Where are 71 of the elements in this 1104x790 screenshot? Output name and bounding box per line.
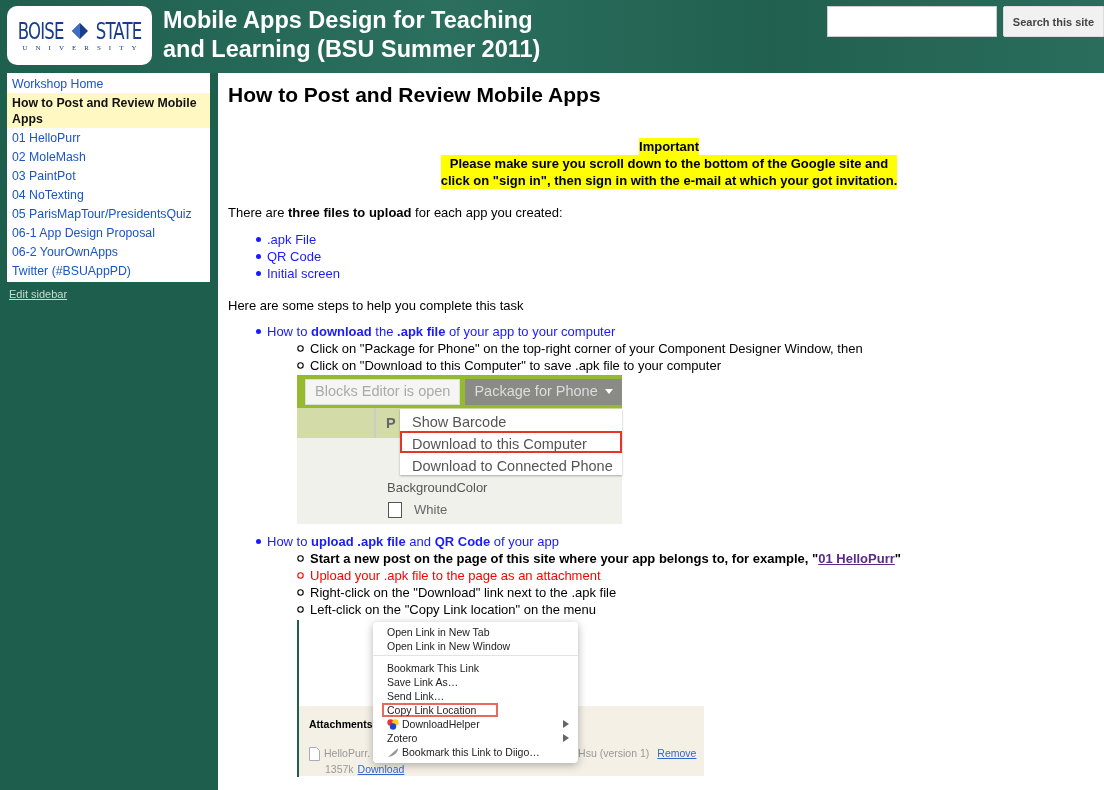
bullet-icon bbox=[256, 271, 261, 276]
file-link[interactable]: QR Code bbox=[267, 248, 322, 265]
step-instruction: Upload your .apk file to the page as an attachment bbox=[310, 567, 601, 584]
page-heading: How to Post and Review Mobile Apps bbox=[228, 82, 602, 108]
menu-item[interactable]: Bookmark this Link to Diigo… bbox=[373, 745, 578, 759]
sidebar-item[interactable]: Workshop Home bbox=[7, 74, 210, 93]
bullet-icon bbox=[256, 237, 261, 242]
step-instruction: Click on "Download to this Computer" to save .apk file to your computer bbox=[310, 357, 721, 374]
file-size: 1357k bbox=[325, 763, 354, 775]
notice-title: Important bbox=[639, 138, 699, 155]
diamond-icon bbox=[70, 22, 89, 40]
menu-item[interactable]: Send Link… bbox=[373, 689, 578, 703]
property-label: BackgroundColor bbox=[387, 479, 489, 496]
sidebar-item[interactable]: Twitter (#BSUAppPD) bbox=[7, 261, 210, 280]
sidebar-item[interactable]: How to Post and Review Mobile Apps bbox=[7, 93, 210, 128]
circle-bullet-icon bbox=[297, 345, 304, 352]
sidebar-item[interactable]: 06-2 YourOwnApps bbox=[7, 242, 210, 261]
colored-balls-icon bbox=[387, 718, 399, 730]
sidebar-item[interactable]: 04 NoTexting bbox=[7, 185, 210, 204]
sidebar-item[interactable]: 06-1 App Design Proposal bbox=[7, 223, 210, 242]
menu-item[interactable]: Copy Link Location bbox=[382, 703, 498, 717]
file-icon bbox=[309, 746, 320, 761]
edit-sidebar-link[interactable]: Edit sidebar bbox=[9, 288, 68, 300]
search-field[interactable] bbox=[827, 6, 997, 37]
attachments-label: Attachments bbox=[309, 717, 373, 732]
file-version: Hsu (version 1) bbox=[578, 746, 650, 761]
logo-wordmark: BOISE bbox=[18, 19, 64, 43]
site-title: Mobile Apps Design for Teaching and Learning (BSU Summer 2011) bbox=[163, 6, 542, 64]
menu-item[interactable]: Download to this Computer bbox=[400, 431, 622, 453]
logo-wordmark: STATE bbox=[95, 19, 141, 43]
circle-bullet-icon bbox=[297, 555, 304, 562]
bullet-icon bbox=[256, 539, 261, 544]
sidebar-item[interactable]: 02 MoleMash bbox=[7, 147, 210, 166]
step-instruction: Right-click on the "Download" link next to the .apk file bbox=[310, 584, 617, 601]
step-instruction: Click on "Package for Phone" on the top-right corner of your Component Designer Window, then bbox=[310, 340, 863, 357]
notice-text: Please make sure you scroll down to the bottom of the Google site and click on "sign in", then sign in with the e-mail at which your got invitation. bbox=[440, 155, 898, 189]
circle-bullet-icon bbox=[297, 362, 304, 369]
menu-item[interactable]: Open Link in New Window bbox=[373, 639, 578, 653]
search-button[interactable]: Search this site bbox=[1003, 6, 1104, 37]
menu-item[interactable]: Bookmark This Link bbox=[373, 661, 578, 675]
caret-icon bbox=[604, 389, 613, 394]
step-instruction: Left-click on the "Copy Link location" on the menu bbox=[310, 601, 596, 618]
menu-item[interactable]: Download to Connected Phone bbox=[400, 453, 622, 475]
file-link[interactable]: .apk File bbox=[267, 231, 317, 248]
circle-bullet-icon bbox=[297, 572, 304, 579]
intro-text: There are three files to upload for each app you created: bbox=[228, 205, 564, 221]
menu-item[interactable]: Open Link in New Tab bbox=[373, 625, 578, 639]
step-link[interactable]: How to upload .apk file and QR Code of your app bbox=[267, 533, 559, 550]
sidebar-item[interactable]: 01 HelloPurr bbox=[7, 128, 210, 147]
menu-item[interactable]: Zotero bbox=[373, 731, 578, 745]
sidebar-item[interactable]: 03 PaintPot bbox=[7, 166, 210, 185]
menu-item[interactable]: Show Barcode bbox=[400, 409, 622, 431]
menu-item[interactable]: DownloadHelper bbox=[373, 717, 578, 731]
remove-link[interactable]: Remove bbox=[657, 745, 697, 762]
circle-bullet-icon bbox=[297, 606, 304, 613]
checkbox[interactable] bbox=[388, 501, 402, 518]
circle-bullet-icon bbox=[297, 589, 304, 596]
file-link[interactable]: Initial screen bbox=[267, 265, 340, 282]
bullet-icon bbox=[256, 254, 261, 259]
column-header: P bbox=[386, 414, 396, 432]
step-link[interactable]: How to download the .apk file of your app to your computer bbox=[267, 323, 616, 340]
file-name: HelloPurr. bbox=[324, 746, 371, 761]
bullet-icon bbox=[256, 329, 261, 334]
menu-item[interactable]: Save Link As… bbox=[373, 675, 578, 689]
sidebar-item[interactable]: 05 ParisMapTour/PresidentsQuiz bbox=[7, 204, 210, 223]
feather-icon bbox=[387, 746, 399, 758]
page-link[interactable]: 01 HelloPurr bbox=[818, 551, 895, 566]
steps-intro: Here are some steps to help you complete this task bbox=[228, 298, 525, 314]
step-instruction: Start a new post on the page of this site where your app belongs to, for example, "01 HelloPurr" bbox=[310, 550, 901, 567]
download-link[interactable]: Download bbox=[357, 763, 405, 775]
color-value: White bbox=[414, 501, 448, 518]
